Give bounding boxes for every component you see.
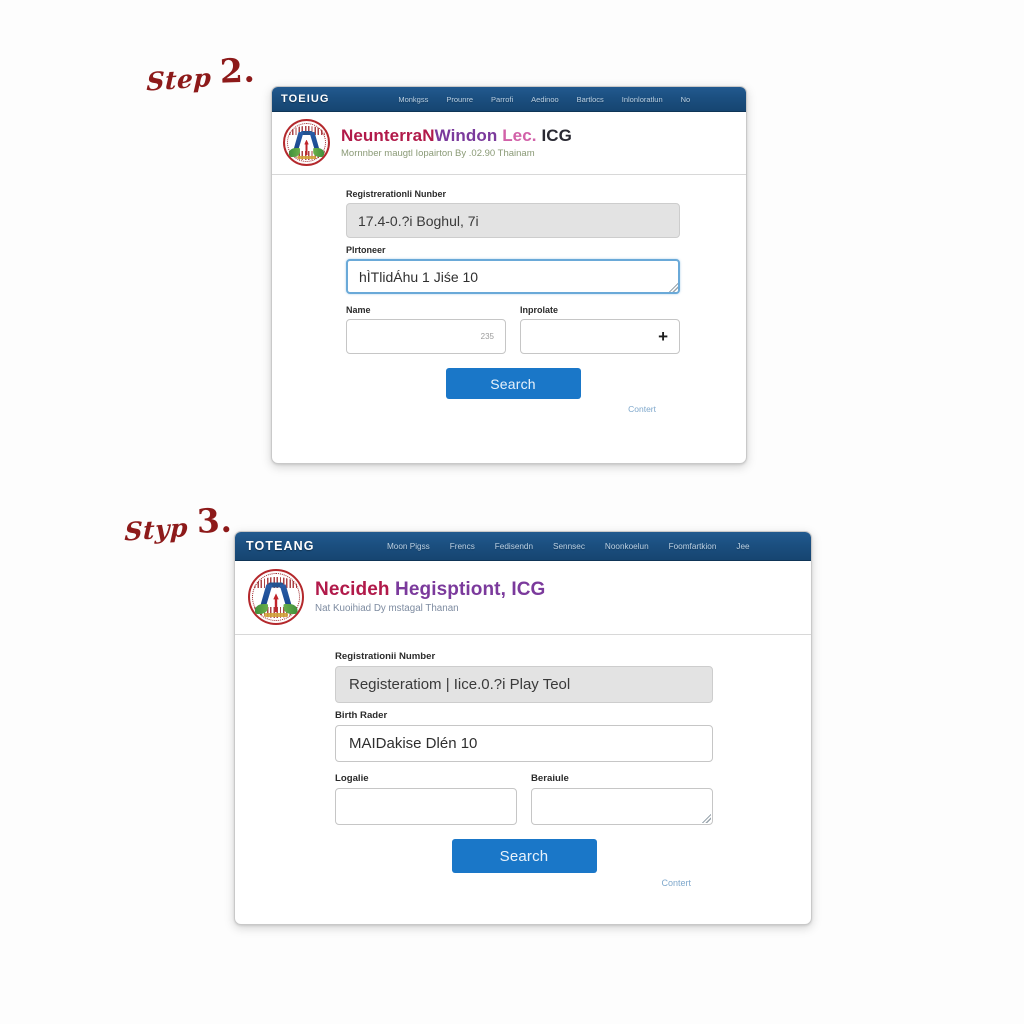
name-field-group: Name 235 bbox=[346, 305, 506, 354]
logalie-beraiule-row: Logalie Beraiule bbox=[335, 773, 713, 825]
nav-links: Moon Pigss Frencs Fedisendn Sennsec Noon… bbox=[355, 542, 760, 551]
nav-link-7[interactable]: No bbox=[672, 95, 700, 104]
plus-icon[interactable]: + bbox=[658, 328, 668, 345]
contert-link[interactable]: Contert bbox=[628, 404, 656, 414]
nav-brand-label[interactable]: TOEIUG bbox=[281, 93, 330, 105]
org-title-part-2: Windon bbox=[434, 125, 503, 145]
nav-link-4[interactable]: Aedinoo bbox=[522, 95, 568, 104]
contert-link[interactable]: Contert bbox=[661, 878, 691, 888]
name-inprolate-row: Name 235 Inprolate + bbox=[346, 305, 680, 354]
step-2-annotation-number: 2. bbox=[219, 50, 256, 91]
nav-link-4[interactable]: Sennsec bbox=[543, 542, 595, 551]
birth-rader-field-group: Birth Rader MAIDakise Dlén 10 bbox=[335, 710, 713, 762]
nav-link-7[interactable]: Jee bbox=[726, 542, 759, 551]
birth-rader-label: Birth Rader bbox=[335, 710, 388, 721]
registration-number-value: 17.4-0.?i Boghul, 7i bbox=[358, 212, 479, 229]
nav-link-1[interactable]: Moon Pigss bbox=[377, 542, 440, 551]
beraiule-label: Beraiule bbox=[531, 773, 569, 784]
nav-link-3[interactable]: Fedisendn bbox=[485, 542, 543, 551]
nav-link-6[interactable]: Foomfartkion bbox=[659, 542, 727, 551]
org-title-part-4: ICG bbox=[511, 578, 546, 600]
national-emblem-icon bbox=[248, 569, 304, 625]
top-navigation-bar: TOEIUG Monkgss Prounre Parrofi Aedinoo B… bbox=[272, 87, 746, 112]
search-button[interactable]: Search bbox=[445, 368, 581, 399]
action-area: Search Contert bbox=[346, 368, 680, 414]
step-2-annotation-word: Step bbox=[146, 62, 212, 97]
name-label: Name bbox=[346, 305, 371, 315]
registration-search-window-step2: TOEIUG Monkgss Prounre Parrofi Aedinoo B… bbox=[271, 86, 747, 464]
org-title-part-4: ICG bbox=[541, 125, 572, 145]
pioneer-input[interactable]: hÌTlidÁhu 1 Jiśe 10 bbox=[346, 259, 680, 294]
registration-number-value: Registeratiom | Iice.0.?i Play Teol bbox=[349, 676, 571, 693]
resize-grip-icon[interactable] bbox=[702, 814, 711, 823]
pioneer-value: hÌTlidÁhu 1 Jiśe 10 bbox=[359, 268, 479, 285]
pioneer-label: Plrtoneer bbox=[346, 245, 386, 255]
inprolate-label: Inprolate bbox=[520, 305, 559, 315]
masthead-text: Necideh Hegisptiont, ICG Nat Kuoihiad Dy… bbox=[304, 579, 545, 615]
pioneer-field-group: Plrtoneer hÌTlidÁhu 1 Jiśe 10 bbox=[346, 245, 680, 294]
organization-title: Necideh Hegisptiont, ICG bbox=[315, 579, 545, 601]
step-3-annotation-number: 3. bbox=[195, 500, 233, 541]
logalie-label: Logalie bbox=[335, 773, 369, 784]
organization-subtitle: Mornnber maugtl Iopairton By .02.90 Thai… bbox=[341, 147, 535, 159]
organization-title: NeunterraNWindon Lec. ICG bbox=[341, 126, 572, 145]
search-form: Registrationii Number Registeratiom | Ii… bbox=[235, 635, 811, 898]
registration-number-field-group: Registrerationli Nunber 17.4-0.?i Boghul… bbox=[346, 189, 680, 238]
name-input[interactable]: 235 bbox=[346, 319, 506, 354]
nav-brand-label[interactable]: TOTEANG bbox=[246, 539, 315, 553]
beraiule-input[interactable] bbox=[531, 788, 713, 825]
registration-number-label: Registrationii Number bbox=[335, 651, 436, 662]
search-button[interactable]: Search bbox=[451, 839, 597, 873]
org-title-part-3: Lec. bbox=[502, 125, 542, 145]
top-navigation-bar: TOTEANG Moon Pigss Frencs Fedisendn Senn… bbox=[235, 532, 811, 561]
resize-grip-icon[interactable] bbox=[669, 283, 678, 292]
registration-number-input[interactable]: Registeratiom | Iice.0.?i Play Teol bbox=[335, 666, 713, 703]
logalie-input[interactable] bbox=[335, 788, 517, 825]
nav-link-2[interactable]: Prounre bbox=[437, 95, 482, 104]
inprolate-input[interactable]: + bbox=[520, 319, 680, 354]
nav-link-2[interactable]: Frencs bbox=[440, 542, 485, 551]
nav-link-3[interactable]: Parrofi bbox=[482, 95, 522, 104]
nav-links: Monkgss Prounre Parrofi Aedinoo Bartlocs… bbox=[367, 95, 699, 104]
search-form: Registrerationli Nunber 17.4-0.?i Boghul… bbox=[272, 175, 746, 424]
masthead-text: NeunterraNWindon Lec. ICG Mornnber maugt… bbox=[330, 126, 572, 160]
organization-subtitle: Nat Kuoihiad Dy mstagal Thanan bbox=[315, 603, 459, 615]
nav-link-1[interactable]: Monkgss bbox=[389, 95, 437, 104]
registration-number-field-group: Registrationii Number Registeratiom | Ii… bbox=[335, 651, 713, 703]
org-title-part-2: Hegisptiont, bbox=[395, 578, 512, 600]
national-emblem-icon bbox=[283, 119, 330, 166]
masthead: Necideh Hegisptiont, ICG Nat Kuoihiad Dy… bbox=[235, 561, 811, 635]
inprolate-field-group: Inprolate + bbox=[520, 305, 680, 354]
registration-number-label: Registrerationli Nunber bbox=[346, 189, 447, 199]
birth-rader-input[interactable]: MAIDakise Dlén 10 bbox=[335, 725, 713, 762]
birth-rader-value: MAIDakise Dlén 10 bbox=[349, 735, 478, 752]
nav-link-5[interactable]: Bartlocs bbox=[568, 95, 613, 104]
registration-search-window-step3: TOTEANG Moon Pigss Frencs Fedisendn Senn… bbox=[234, 531, 812, 925]
action-area: Search Contert bbox=[335, 839, 713, 888]
masthead: NeunterraNWindon Lec. ICG Mornnber maugt… bbox=[272, 112, 746, 175]
beraiule-field-group: Beraiule bbox=[531, 773, 713, 825]
step-3-annotation-word: Styp bbox=[124, 513, 189, 547]
nav-link-6[interactable]: Inlonloratlun bbox=[613, 95, 672, 104]
step-3-annotation: Styp 3. bbox=[122, 499, 234, 549]
org-title-part-1: Necideh bbox=[315, 578, 395, 600]
org-title-part-1: NeunterraN bbox=[341, 125, 435, 145]
step-2-annotation: Step 2. bbox=[144, 49, 257, 99]
nav-link-5[interactable]: Noonkoelun bbox=[595, 542, 659, 551]
logalie-field-group: Logalie bbox=[335, 773, 517, 825]
registration-number-input[interactable]: 17.4-0.?i Boghul, 7i bbox=[346, 203, 680, 238]
name-character-counter: 235 bbox=[480, 332, 494, 341]
